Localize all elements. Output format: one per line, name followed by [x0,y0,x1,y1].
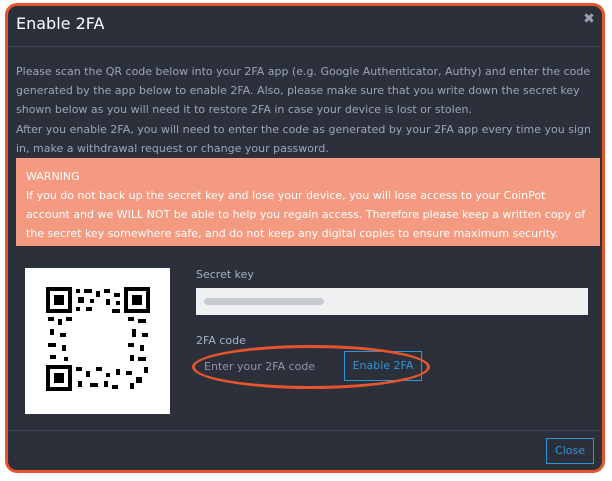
dialog-window: Enable 2FA ✖ Please scan the QR code bel… [5,3,605,473]
warning-box: WARNING If you do not back up the secret… [16,158,600,246]
secret-key-label: Secret key [196,268,254,281]
code-label: 2FA code [196,334,246,347]
instructions-paragraph: Please scan the QR code below into your … [16,65,591,116]
close-button[interactable]: Close [546,438,594,464]
close-icon[interactable]: ✖ [582,12,596,26]
warning-title: WARNING [26,170,80,183]
qr-code-panel [25,268,170,414]
signin-info-paragraph: After you enable 2FA, you will need to e… [16,123,591,155]
secret-key-redacted [204,298,324,305]
dialog-header: Enable 2FA ✖ [8,6,602,47]
warning-text: If you do not back up the secret key and… [26,189,586,240]
secret-key-field[interactable] [196,288,588,315]
enable-2fa-button[interactable]: Enable 2FA [344,351,422,381]
dialog-title: Enable 2FA [16,14,105,33]
code-input[interactable] [196,351,344,381]
footer-divider [8,430,602,431]
qr-code-image [46,287,150,391]
